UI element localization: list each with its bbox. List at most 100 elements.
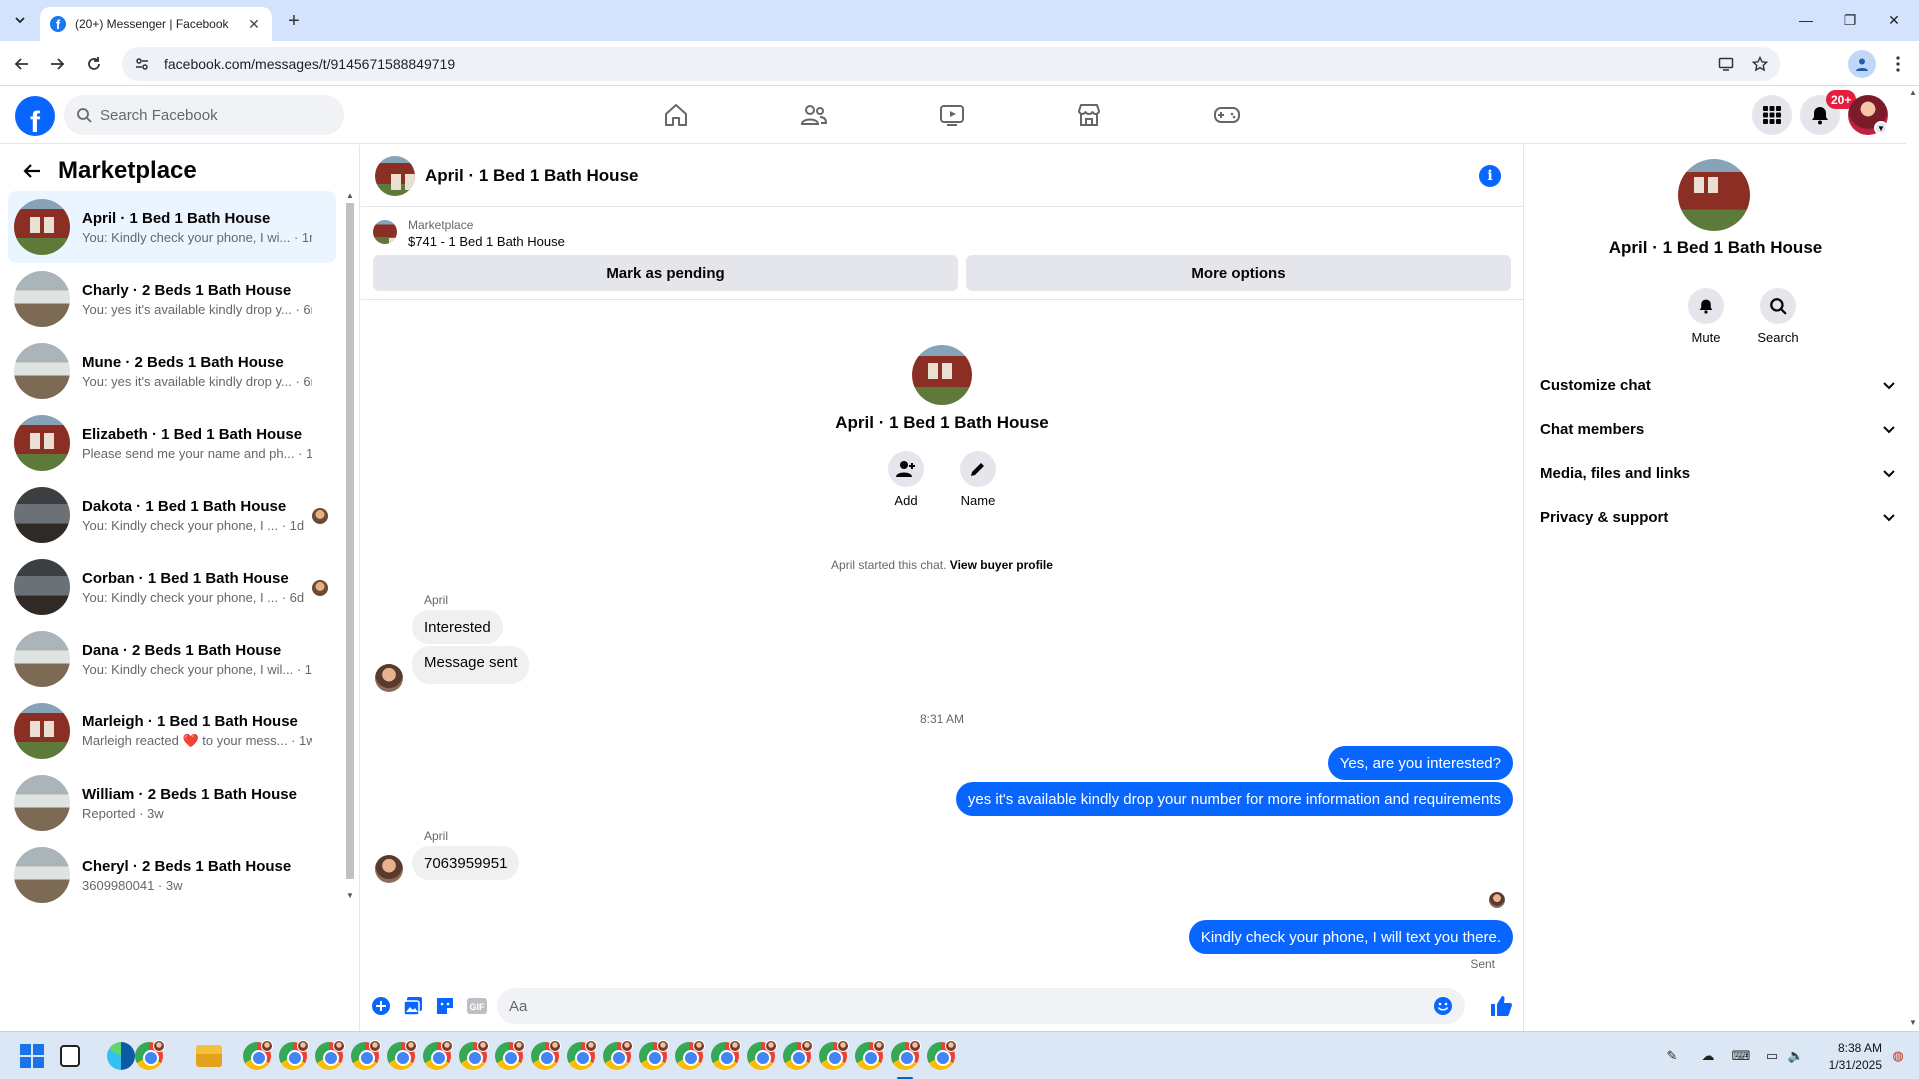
system-clock[interactable]: 8:38 AM 1/31/2025 [1812,1040,1882,1074]
incoming-message[interactable]: 7063959951 [412,846,520,880]
pen-icon[interactable]: ✎ [1662,1046,1682,1066]
conversation-item[interactable]: Corban · 1 Bed 1 Bath House You: Kindly c… [8,551,336,623]
page-scrollbar[interactable]: ▲ ▼ [1906,86,1919,1031]
video-icon[interactable] [935,98,969,132]
chrome-window-icon[interactable] [747,1040,777,1070]
photo-icon[interactable] [401,994,425,1018]
search-in-conversation-button[interactable]: Search [1748,288,1808,345]
scroll-down-arrow-icon[interactable]: ▼ [1909,1018,1917,1027]
privacy-support-section[interactable]: Privacy & support [1540,499,1896,535]
chrome-window-icon[interactable] [459,1040,489,1070]
gaming-icon[interactable] [1210,98,1244,132]
scroll-up-arrow-icon[interactable]: ▲ [1909,88,1917,97]
cloud-sync-icon[interactable]: ☁ [1698,1046,1718,1066]
chrome-window-icon[interactable] [279,1040,309,1070]
chrome-window-icon[interactable] [531,1040,561,1070]
chrome-window-icon[interactable] [243,1040,273,1070]
facebook-search-input[interactable]: Search Facebook [64,95,344,135]
close-tab-icon[interactable]: ✕ [246,16,262,32]
mute-button[interactable]: Mute [1676,288,1736,345]
chrome-window-icon[interactable] [639,1040,669,1070]
chrome-window-icon[interactable] [495,1040,525,1070]
install-app-icon[interactable] [1712,50,1740,78]
site-info-icon[interactable] [128,50,156,78]
file-explorer-icon[interactable] [196,1045,222,1067]
conversation-item[interactable]: Elizabeth · 1 Bed 1 Bath House Please sen… [8,407,336,479]
view-buyer-profile-link[interactable]: View buyer profile [950,558,1053,572]
address-bar[interactable]: facebook.com/messages/t/9145671588849719 [122,47,1780,81]
marketplace-icon[interactable] [1072,98,1106,132]
sender-avatar[interactable] [375,855,403,883]
scroll-up-arrow-icon[interactable]: ▲ [346,191,354,200]
tab-search-chevron-icon[interactable] [8,8,32,32]
conversation-list-scrollbar[interactable]: ▲ ▼ [344,191,356,903]
home-icon[interactable] [659,98,693,132]
chrome-window-icon[interactable] [711,1040,741,1070]
chat-title[interactable]: April · 1 Bed 1 Bath House [425,166,638,186]
thumbs-up-icon[interactable] [1489,994,1513,1018]
conversation-item[interactable]: Cheryl · 2 Beds 1 Bath House 3609980041 ·… [8,839,336,911]
chrome-window-icon[interactable] [603,1040,633,1070]
chrome-window-icon[interactable] [855,1040,885,1070]
keyboard-icon[interactable]: ⌨ [1731,1046,1751,1066]
network-icon[interactable]: ▭ [1762,1046,1782,1066]
incoming-message[interactable]: Message sent [412,646,530,684]
scrollbar-thumb[interactable] [346,203,354,879]
browser-menu-icon[interactable] [1884,50,1912,78]
plus-circle-icon[interactable] [369,994,393,1018]
chrome-window-icon[interactable] [135,1040,165,1070]
conversation-item[interactable]: Dakota · 1 Bed 1 Bath House You: Kindly c… [8,479,336,551]
notification-center-icon[interactable]: ◍ [1888,1046,1908,1066]
conversation-item[interactable]: William · 2 Beds 1 Bath House Reported · … [8,767,336,839]
listing-price-title[interactable]: $741 - 1 Bed 1 Bath House [408,234,565,249]
restore-window-icon[interactable]: ❐ [1828,8,1872,32]
chrome-window-icon[interactable] [387,1040,417,1070]
bookmark-star-icon[interactable] [1746,50,1774,78]
conversation-item[interactable]: Charly · 2 Beds 1 Bath House You: yes it'… [8,263,336,335]
chat-avatar[interactable] [375,155,415,196]
message-input[interactable]: Aa [497,988,1465,1024]
scroll-down-arrow-icon[interactable]: ▼ [346,891,354,900]
reload-icon[interactable] [80,50,108,78]
conversation-item[interactable]: Dana · 2 Beds 1 Bath House You: Kindly ch… [8,623,336,695]
chrome-window-icon[interactable] [423,1040,453,1070]
account-chevron-down-icon[interactable]: ▼ [1874,121,1888,135]
close-window-icon[interactable]: ✕ [1872,8,1916,32]
gif-icon[interactable]: GIF [465,994,489,1018]
back-arrow-icon[interactable] [18,157,46,185]
media-files-links-section[interactable]: Media, files and links [1540,455,1896,491]
back-arrow-icon[interactable] [8,50,36,78]
browser-tab[interactable]: f (20+) Messenger | Facebook ✕ [40,7,272,41]
facebook-logo-icon[interactable]: f [15,96,55,136]
forward-arrow-icon[interactable] [43,50,71,78]
windows-start-icon[interactable] [20,1044,44,1068]
edge-browser-icon[interactable] [107,1042,135,1070]
browser-profile-icon[interactable] [1848,50,1876,78]
conversation-item[interactable]: Mune · 2 Beds 1 Bath House You: yes it's … [8,335,336,407]
menu-grid-icon[interactable] [1752,95,1792,135]
outgoing-message[interactable]: Kindly check your phone, I will text you… [1188,920,1513,954]
sticker-icon[interactable] [433,994,457,1018]
new-tab-button[interactable]: + [282,9,306,33]
chrome-window-icon[interactable] [675,1040,705,1070]
mark-as-pending-button[interactable]: Mark as pending [373,255,958,291]
task-view-icon[interactable] [60,1045,80,1067]
outgoing-message[interactable]: Yes, are you interested? [1327,746,1513,780]
chrome-window-icon[interactable] [351,1040,381,1070]
chrome-window-icon[interactable] [783,1040,813,1070]
incoming-message[interactable]: Interested [412,610,503,644]
customize-chat-section[interactable]: Customize chat [1540,367,1896,403]
chrome-window-icon[interactable] [927,1040,957,1070]
chrome-window-icon[interactable] [819,1040,849,1070]
minimize-window-icon[interactable]: — [1784,8,1828,32]
conversation-item[interactable]: April · 1 Bed 1 Bath House You: Kindly ch… [8,191,336,263]
volume-icon[interactable]: 🔈 [1786,1046,1806,1066]
friends-icon[interactable] [797,98,831,132]
more-options-button[interactable]: More options [966,255,1511,291]
listing-thumbnail[interactable] [373,220,397,244]
chrome-window-icon[interactable] [315,1040,345,1070]
chrome-window-icon[interactable] [567,1040,597,1070]
conversation-item[interactable]: Marleigh · 1 Bed 1 Bath House Marleigh re… [8,695,336,767]
emoji-icon[interactable] [1433,996,1453,1016]
info-icon[interactable]: i [1479,165,1501,187]
